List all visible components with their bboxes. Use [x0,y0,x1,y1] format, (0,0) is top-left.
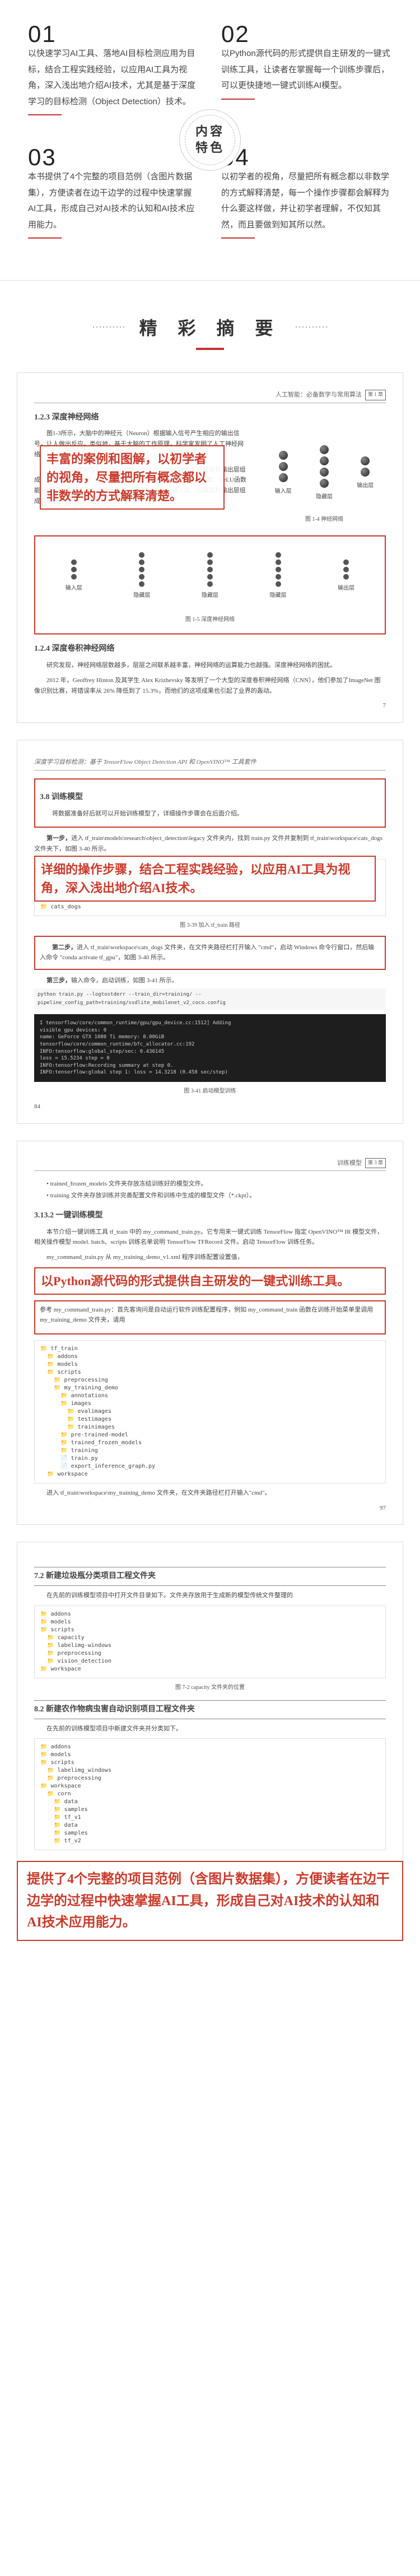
page1-cap2: 图 1-5 深度神经网络 [40,615,380,624]
page2-box1-text: 将数据准备好后就可以开始训练模型了，详细操作步骤会在后面介绍。 [40,809,380,819]
page2-step1: 第一步，进入 tf_train\models\research\object_d… [34,833,386,854]
page1-p4: 2012 年，Geoffrey Hinton 及其学生 Alex Krizhev… [34,675,386,696]
page2-terminal: I tensorflow/core/common_runtime/gpu/gpu… [34,1014,386,1082]
page3-h1: 3.13.2 一键训练模型 [34,1209,386,1222]
page4-cap1: 图 7-2 capacity 文件夹的位置 [34,1683,386,1692]
section-title-text: 精 彩 摘 要 [128,318,292,338]
decor-dots-left [92,326,125,328]
book-page-2: 深度学习目标检测：基于 TensorFlow Object Detection … [17,740,403,1124]
page1-nn-diagram-small: 输入层 隐藏层 输出层 图 1-4 神经网络 [263,428,386,530]
page2-num: 84 [34,1102,386,1112]
page3-p1: 本节介绍一键训练工具 tf_train 中的 my_command_train.… [34,1227,386,1248]
badge-line2: 特色 [195,140,225,156]
page1-red-box-diagram: 输入层 隐藏层 隐藏层 隐藏层 输出层 图 1-5 深度神经网络 [34,535,386,634]
page2-callout: 详细的操作步骤，结合工程实践经验，以应用AI工具为视角，深入浅出地介绍AI技术。 [34,856,376,902]
page3-bullet-2: training 文件夹存放训练并完善配置文件和训练中生成的模型文件（*.ckp… [46,1191,386,1201]
badge-line1: 内容 [195,124,225,140]
page1-h1: 1.2.3 深度神经网络 [34,411,386,424]
page2-cap1: 图 3-39 加入 tf_train 路径 [34,921,386,930]
feature-02-text: 以Python源代码的形式提供自主研发的一键式训练工具，让读者在掌握每一个训练步… [221,46,392,94]
page1-h2: 1.2.4 深度卷积神经网络 [34,642,386,656]
page4-tree1: 📁 addons 📁 models 📁 scripts 📁 capacity 📁… [34,1606,386,1678]
page3-cap: 进入 tf_train\workspace\my_training_demo 文… [34,1488,386,1499]
decor-dots-right [295,326,328,328]
page1-cap1: 图 1-4 神经网络 [263,515,386,524]
page1-chapter: 第 1 章 [365,390,386,400]
features-section: 以快速学习AI工具、落地AI目标检测应用为目标，结合工程实践经验，以应用AI工具… [0,0,420,281]
page1-header-text: 人工智能：必备数学与常用算法 [276,390,362,400]
page2-step2-box: 第二步，进入 tf_train\workspace\cats_dogs 文件夹，… [34,936,386,970]
page2-step3: 第三步，输入命令，启动训练，如图 3-41 所示。 [34,976,386,986]
page3-num: 97 [34,1503,386,1514]
book-page-1: 人工智能：必备数学与常用算法 第 1 章 1.2.3 深度神经网络 图1-3所示… [17,372,403,723]
page4-h2: 8.2 新建农作物病虫害自动识别项目工程文件夹 [34,1700,386,1719]
page3-bullet-1: trained_frozen_models 文件夹存放冻结训练好的模型文件。 [46,1179,386,1189]
feature-01-text: 以快速学习AI工具、落地AI目标检测应用为目标，结合工程实践经验，以应用AI工具… [28,46,199,110]
feature-04: 以初学者的视角，尽量把所有概念都以非数学的方式解释清楚，每一个操作步骤都会解释为… [210,146,403,269]
feature-03-text: 本书提供了4个完整的项目范例（含图片数据集），方便读者在边干边学的过程中快速掌握… [28,169,199,233]
feature-04-text: 以初学者的视角，尽量把所有概念都以非数学的方式解释清楚，每一个操作步骤都会解释为… [221,169,392,233]
page3-tree: 📁 tf_train 📁 addons 📁 models 📁 scripts 📁… [34,1340,386,1483]
page4-h1: 7.2 新建垃圾瓶分类项目工程文件夹 [34,1567,386,1586]
section-title-highlights: 精 彩 摘 要 [0,314,420,350]
feature-02: 以Python源代码的形式提供自主研发的一键式训练工具，让读者在掌握每一个训练步… [210,22,403,146]
page1-p3: 研究发现，神经网络层数越多，层层之间联系越丰富，神经网络的运算能力也越强。深度神… [34,660,386,671]
page4-tree2: 📁 addons 📁 models 📁 scripts 📁 labelimg_w… [34,1738,386,1850]
page4-p1: 在先前的训练模型项目中打开文件目录如下。文件夹存放用于生成新的模型传统文件整理的 [34,1590,386,1601]
feature-01: 以快速学习AI工具、落地AI目标检测应用为目标，结合工程实践经验，以应用AI工具… [17,22,210,146]
book-page-4: 7.2 新建垃圾瓶分类项目工程文件夹 在先前的训练模型项目中打开文件目录如下。文… [17,1542,403,1866]
page2-cmd: python train.py --logtostderr --train_di… [34,988,386,1010]
page3-callout: 以Python源代码的形式提供自主研发的一键式训练工具。 [34,1267,386,1295]
page2-box1: 3.8 训练模型 将数据准备好后就可以开始训练模型了，详细操作步骤会在后面介绍。 [34,778,386,828]
page1-num: 7 [34,701,386,711]
book-page-3: 训练模型 第 3 章 trained_frozen_models 文件夹存放冻结… [17,1141,403,1525]
page4-p2: 在先前的训练模型项目中新建文件夹并分类如下。 [34,1724,386,1734]
page3-p2-wrap: my_command_train.py 从 my_training_demo_v… [34,1252,386,1263]
page3-p3-box: 参考 my_command_train.py：首先客询问是自动运行软件训练配置程… [34,1300,386,1334]
page2-cap2: 图 3-41 启动模型训练 [34,1086,386,1096]
page2-h1: 3.8 训练模型 [40,791,380,804]
page3-header: 训练模型 第 3 章 [34,1158,386,1172]
page1-header: 人工智能：必备数学与常用算法 第 1 章 [34,390,386,403]
feature-03: 本书提供了4个完整的项目范例（含图片数据集），方便读者在边干边学的过程中快速掌握… [17,146,210,269]
page2-header: 深度学习目标检测：基于 TensorFlow Object Detection … [34,757,386,771]
page1-callout: 丰富的案例和图解，以初学者的视角，尽量把所有概念都以非数学的方式解释清楚。 [40,445,225,510]
page4-callout: 提供了4个完整的项目范例（含图片数据集），方便读者在边干边学的过程中快速掌握AI… [17,1861,403,1941]
content-features-badge: 内容 特色 [179,109,241,171]
